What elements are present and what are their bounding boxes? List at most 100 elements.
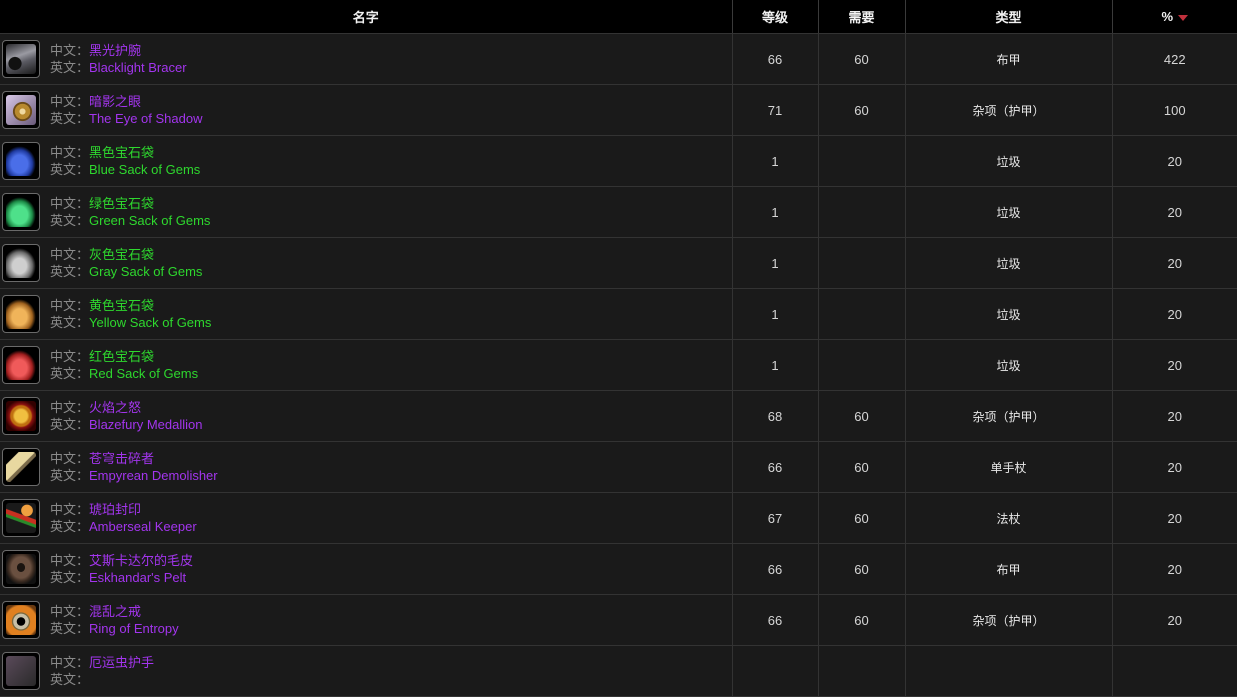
item-percent: 20 <box>1112 339 1237 391</box>
item-percent: 20 <box>1112 288 1237 340</box>
item-cn-line: 中文：火焰之怒 <box>50 399 202 416</box>
item-level: 66 <box>732 594 819 646</box>
item-required-level: 60 <box>818 492 906 544</box>
item-cn-line: 中文：红色宝石袋 <box>50 348 198 365</box>
item-name-cell: 中文：艾斯卡达尔的毛皮 英文：Eskhandar's Pelt <box>0 543 733 595</box>
bracer-icon[interactable] <box>2 40 40 78</box>
item-level: 71 <box>732 84 819 136</box>
item-required-level <box>818 186 906 238</box>
item-cn-name-link[interactable]: 黑色宝石袋 <box>89 145 154 160</box>
item-cn-name-link[interactable]: 暗影之眼 <box>89 94 141 109</box>
item-name-wrap: 中文：艾斯卡达尔的毛皮 英文：Eskhandar's Pelt <box>0 544 732 594</box>
eye-icon[interactable] <box>2 91 40 129</box>
table-row[interactable]: 中文：黑色宝石袋 英文：Blue Sack of Gems 1 垃圾 20 <box>0 135 1237 187</box>
gauntlet-icon[interactable] <box>2 652 40 690</box>
item-cn-name-link[interactable]: 红色宝石袋 <box>89 349 154 364</box>
en-label: 英文： <box>50 672 90 687</box>
item-type: 杂项（护甲） <box>905 594 1113 646</box>
item-en-name-link[interactable]: Green Sack of Gems <box>89 213 210 228</box>
blue-sack-icon[interactable] <box>2 142 40 180</box>
item-required-level: 60 <box>818 33 906 85</box>
item-percent <box>1112 645 1237 697</box>
gray-sack-icon[interactable] <box>2 244 40 282</box>
pelt-icon[interactable] <box>2 550 40 588</box>
table-row[interactable]: 中文：红色宝石袋 英文：Red Sack of Gems 1 垃圾 20 <box>0 339 1237 391</box>
column-header-type[interactable]: 类型 <box>905 0 1113 34</box>
item-cn-name-link[interactable]: 混乱之戒 <box>89 604 141 619</box>
table-row[interactable]: 中文：琥珀封印 英文：Amberseal Keeper 67 60 法杖 20 <box>0 492 1237 544</box>
green-sack-icon[interactable] <box>2 193 40 231</box>
item-cn-name-link[interactable]: 苍穹击碎者 <box>89 451 154 466</box>
item-cn-name-link[interactable]: 琥珀封印 <box>89 502 141 517</box>
item-en-name-link[interactable]: Ring of Entropy <box>89 621 179 636</box>
item-cn-name-link[interactable]: 黄色宝石袋 <box>89 298 154 313</box>
table-row[interactable]: 中文：混乱之戒 英文：Ring of Entropy 66 60 杂项（护甲） … <box>0 594 1237 646</box>
item-cn-name-link[interactable]: 黑光护腕 <box>89 43 141 58</box>
item-level: 1 <box>732 135 819 187</box>
item-percent: 20 <box>1112 441 1237 493</box>
table-row[interactable]: 中文：苍穹击碎者 英文：Empyrean Demolisher 66 60 单手… <box>0 441 1237 493</box>
item-cn-name-link[interactable]: 艾斯卡达尔的毛皮 <box>89 553 193 568</box>
item-name-cell: 中文：黑光护腕 英文：Blacklight Bracer <box>0 33 733 85</box>
cn-label: 中文： <box>50 451 90 466</box>
items-table: 名字 等级 需要 类型 % 中文：黑光护腕 英文：Blacklight Brac… <box>0 0 1237 697</box>
medallion-icon[interactable] <box>2 397 40 435</box>
item-en-line: 英文：Eskhandar's Pelt <box>50 569 193 586</box>
item-type: 垃圾 <box>905 186 1113 238</box>
item-name-cell: 中文：绿色宝石袋 英文：Green Sack of Gems <box>0 186 733 238</box>
item-en-name-link[interactable]: Eskhandar's Pelt <box>89 570 186 585</box>
item-required-level <box>818 135 906 187</box>
sort-desc-icon[interactable] <box>1178 14 1189 21</box>
red-sack-icon[interactable] <box>2 346 40 384</box>
item-en-line: 英文：Amberseal Keeper <box>50 518 197 535</box>
item-names: 中文：绿色宝石袋 英文：Green Sack of Gems <box>50 195 210 229</box>
table-row[interactable]: 中文：艾斯卡达尔的毛皮 英文：Eskhandar's Pelt 66 60 布甲… <box>0 543 1237 595</box>
item-required-level <box>818 339 906 391</box>
item-en-line: 英文：Ring of Entropy <box>50 620 179 637</box>
item-cn-name-link[interactable]: 灰色宝石袋 <box>89 247 154 262</box>
item-required-level: 60 <box>818 84 906 136</box>
item-cn-line: 中文：黑光护腕 <box>50 42 187 59</box>
column-header-required[interactable]: 需要 <box>818 0 906 34</box>
table-row[interactable]: 中文：黑光护腕 英文：Blacklight Bracer 66 60 布甲 42… <box>0 33 1237 85</box>
table-row[interactable]: 中文：灰色宝石袋 英文：Gray Sack of Gems 1 垃圾 20 <box>0 237 1237 289</box>
item-cn-name-link[interactable]: 绿色宝石袋 <box>89 196 154 211</box>
item-name-cell: 中文：红色宝石袋 英文：Red Sack of Gems <box>0 339 733 391</box>
item-en-name-link[interactable]: Blue Sack of Gems <box>89 162 200 177</box>
item-name-cell: 中文：混乱之戒 英文：Ring of Entropy <box>0 594 733 646</box>
table-row[interactable]: 中文：厄运虫护手 英文： <box>0 645 1237 697</box>
cn-label: 中文： <box>50 604 90 619</box>
column-header-level[interactable]: 等级 <box>732 0 819 34</box>
en-label: 英文： <box>50 570 90 585</box>
staff-icon[interactable] <box>2 499 40 537</box>
table-row[interactable]: 中文：黄色宝石袋 英文：Yellow Sack of Gems 1 垃圾 20 <box>0 288 1237 340</box>
item-en-line: 英文：Red Sack of Gems <box>50 365 198 382</box>
item-en-name-link[interactable]: Amberseal Keeper <box>89 519 197 534</box>
item-names: 中文：黄色宝石袋 英文：Yellow Sack of Gems <box>50 297 211 331</box>
table-row[interactable]: 中文：暗影之眼 英文：The Eye of Shadow 71 60 杂项（护甲… <box>0 84 1237 136</box>
item-en-line: 英文：The Eye of Shadow <box>50 110 202 127</box>
item-en-name-link[interactable]: The Eye of Shadow <box>89 111 202 126</box>
item-en-name-link[interactable]: Red Sack of Gems <box>89 366 198 381</box>
table-row[interactable]: 中文：绿色宝石袋 英文：Green Sack of Gems 1 垃圾 20 <box>0 186 1237 238</box>
item-en-name-link[interactable]: Gray Sack of Gems <box>89 264 202 279</box>
item-en-name-link[interactable]: Blacklight Bracer <box>89 60 187 75</box>
yellow-sack-icon[interactable] <box>2 295 40 333</box>
item-en-name-link[interactable]: Blazefury Medallion <box>89 417 202 432</box>
item-en-line: 英文：Green Sack of Gems <box>50 212 210 229</box>
cn-label: 中文： <box>50 196 90 211</box>
item-level: 66 <box>732 543 819 595</box>
column-header-percent[interactable]: % <box>1112 0 1237 34</box>
item-required-level: 60 <box>818 594 906 646</box>
item-cn-line: 中文：艾斯卡达尔的毛皮 <box>50 552 193 569</box>
item-percent: 20 <box>1112 186 1237 238</box>
ring-icon[interactable] <box>2 601 40 639</box>
table-row[interactable]: 中文：火焰之怒 英文：Blazefury Medallion 68 60 杂项（… <box>0 390 1237 442</box>
item-en-line: 英文：Blacklight Bracer <box>50 59 187 76</box>
item-en-name-link[interactable]: Yellow Sack of Gems <box>89 315 211 330</box>
mace-icon[interactable] <box>2 448 40 486</box>
item-cn-name-link[interactable]: 火焰之怒 <box>89 400 141 415</box>
item-en-name-link[interactable]: Empyrean Demolisher <box>89 468 218 483</box>
column-header-name[interactable]: 名字 <box>0 0 733 34</box>
en-label: 英文： <box>50 213 90 228</box>
